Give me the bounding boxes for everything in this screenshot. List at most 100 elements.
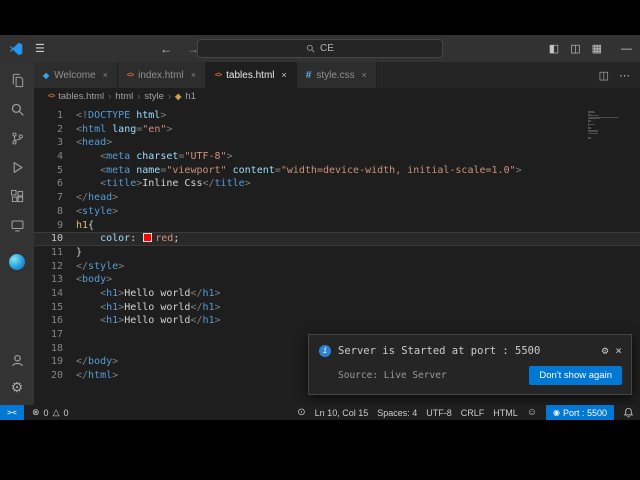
tab-label: style.css: [316, 69, 355, 81]
dont-show-again-button[interactable]: Don't show again: [529, 366, 622, 385]
code-text: </head>: [76, 192, 119, 204]
breadcrumb-item[interactable]: html: [115, 91, 133, 102]
port-label: Port : 5500: [562, 407, 607, 418]
title-bar: ☰ ← → CE ◧ ◫ ▦ —: [0, 35, 640, 62]
breadcrumb-item[interactable]: tables.html: [58, 91, 104, 102]
code-text: </html>: [76, 370, 119, 382]
close-icon[interactable]: ×: [191, 70, 196, 80]
minimap-line: [588, 138, 591, 140]
run-debug-icon[interactable]: [8, 158, 26, 176]
minimap-line: [588, 123, 596, 125]
breadcrumb: <> tables.html › html › style › ◈ h1: [34, 88, 640, 104]
live-server-port[interactable]: ◉ Port : 5500: [545, 405, 614, 420]
code-line[interactable]: 1 <!DOCTYPE html>: [34, 109, 640, 123]
edge-browser-icon[interactable]: [8, 253, 26, 271]
tab-welcome[interactable]: ◆ Welcome ×: [34, 62, 118, 88]
code-line[interactable]: 8 <style>: [34, 205, 640, 219]
toggle-sidebar-icon[interactable]: ◧: [549, 42, 559, 55]
minimap[interactable]: [588, 111, 628, 140]
cursor-position[interactable]: Ln 10, Col 15: [315, 408, 369, 418]
code-line[interactable]: 15 <h1>Hello world</h1>: [34, 301, 640, 315]
code-line[interactable]: 7 </head>: [34, 191, 640, 205]
tab-actions: ◫ ⋯: [589, 62, 640, 88]
editor[interactable]: 1 <!DOCTYPE html> 2 <html lang="en"> 3 <head>…: [34, 104, 640, 405]
split-editor-icon[interactable]: ◫: [599, 69, 609, 82]
code-line[interactable]: 9 h1{: [34, 219, 640, 233]
code-text: <html lang="en">: [76, 123, 173, 135]
vscode-window: ☰ ← → CE ◧ ◫ ▦ — ⚙ ◆ Welcome × <> index.…: [0, 35, 640, 420]
notification-header: i Server is Started at port : 5500 ⚙ ×: [309, 335, 631, 362]
line-number: 16: [50, 315, 63, 327]
tab-style-css[interactable]: # style.css ×: [296, 62, 377, 88]
remote-explorer-icon[interactable]: [8, 216, 26, 234]
more-actions-icon[interactable]: ⋯: [619, 69, 630, 82]
css-icon: #: [305, 69, 312, 81]
go-back-icon[interactable]: ←: [160, 42, 172, 56]
settings-gear-icon[interactable]: ⚙: [8, 378, 26, 396]
tab-strip: ◆ Welcome × <> index.html × <> tables.html × # sty…: [34, 62, 377, 88]
status-right: ⊙ Ln 10, Col 15 Spaces: 4 UTF-8 CRLF HTML ☺ …: [297, 405, 640, 420]
code-text: <h1>Hello world</h1>: [100, 301, 221, 313]
broadcast-icon: ◉: [552, 408, 560, 417]
line-number: 10: [50, 233, 63, 245]
code-line[interactable]: 16 <h1>Hello world</h1>: [34, 314, 640, 328]
notification-source: Source: Live Server: [338, 370, 447, 381]
code-line[interactable]: 10 color: red;: [34, 232, 640, 246]
menu-hamburger-icon[interactable]: ☰: [35, 42, 45, 55]
close-icon[interactable]: ×: [282, 70, 287, 80]
explorer-icon[interactable]: [8, 71, 26, 89]
encoding[interactable]: UTF-8: [426, 408, 452, 418]
status-items: Ln 10, Col 15 Spaces: 4 UTF-8 CRLF HTML: [315, 408, 518, 418]
notification-close-icon[interactable]: ×: [615, 344, 622, 357]
remote-icon: ><: [7, 408, 17, 417]
line-number: 3: [56, 137, 63, 149]
code-text: <!DOCTYPE html>: [76, 110, 167, 121]
code-line[interactable]: 13 <body>: [34, 273, 640, 287]
remote-indicator[interactable]: ><: [0, 405, 24, 420]
notification-settings-gear-icon[interactable]: ⚙: [602, 344, 609, 357]
close-icon[interactable]: ×: [103, 70, 108, 80]
source-control-icon[interactable]: [8, 129, 26, 147]
code-line[interactable]: 12 </style>: [34, 260, 640, 274]
activity-bar-bottom: ⚙: [8, 351, 26, 405]
zoom-icon[interactable]: ⊙: [297, 407, 305, 418]
breadcrumb-item[interactable]: style: [144, 91, 164, 102]
color-swatch[interactable]: [143, 233, 153, 243]
search-text: CE: [320, 43, 334, 54]
tab-tables-html[interactable]: <> tables.html ×: [205, 62, 297, 88]
language-mode[interactable]: HTML: [493, 408, 518, 418]
minimize-icon[interactable]: —: [621, 43, 632, 55]
notifications-bell-icon[interactable]: [623, 407, 640, 418]
titlebar-actions: ◧ ◫ ▦ —: [549, 35, 632, 62]
code-line[interactable]: 14 <h1>Hello world</h1>: [34, 287, 640, 301]
breadcrumb-item[interactable]: h1: [185, 91, 196, 102]
error-count: 0: [43, 407, 49, 418]
line-number: 4: [56, 151, 63, 163]
line-number: 9: [56, 219, 63, 231]
command-center-search[interactable]: CE: [197, 39, 443, 58]
code-text: <body>: [76, 274, 113, 286]
feedback-smiley-icon[interactable]: ☺: [527, 407, 537, 418]
toggle-panel-icon[interactable]: ◫: [570, 42, 580, 55]
search-icon: [306, 44, 315, 53]
search-sidebar-icon[interactable]: [8, 100, 26, 118]
code-line[interactable]: 11}: [34, 246, 640, 260]
account-icon[interactable]: [8, 351, 26, 369]
indentation[interactable]: Spaces: 4: [377, 408, 417, 418]
minimap-line: [588, 132, 599, 134]
code-text: </body>: [76, 356, 119, 368]
line-number: 13: [50, 274, 63, 286]
customize-layout-icon[interactable]: ▦: [592, 42, 602, 55]
code-line[interactable]: 3 <head>: [34, 136, 640, 150]
eol-sequence[interactable]: CRLF: [461, 408, 485, 418]
body-row: ⚙ ◆ Welcome × <> index.html × <> tables.html × # s…: [0, 62, 640, 405]
close-icon[interactable]: ×: [362, 70, 367, 80]
code-line[interactable]: 6 <title>Inline Css</title>: [34, 177, 640, 191]
code-line[interactable]: 2 <html lang="en">: [34, 123, 640, 137]
tab-index-html[interactable]: <> index.html ×: [117, 62, 206, 88]
code-line[interactable]: 5 <meta name="viewport" content="width=d…: [34, 164, 640, 178]
code-line[interactable]: 4 <meta charset="UTF-8">: [34, 150, 640, 164]
extensions-icon[interactable]: [8, 187, 26, 205]
line-number: 12: [50, 260, 63, 272]
problems-indicator[interactable]: ⊗ 0 △ 0: [32, 407, 69, 418]
